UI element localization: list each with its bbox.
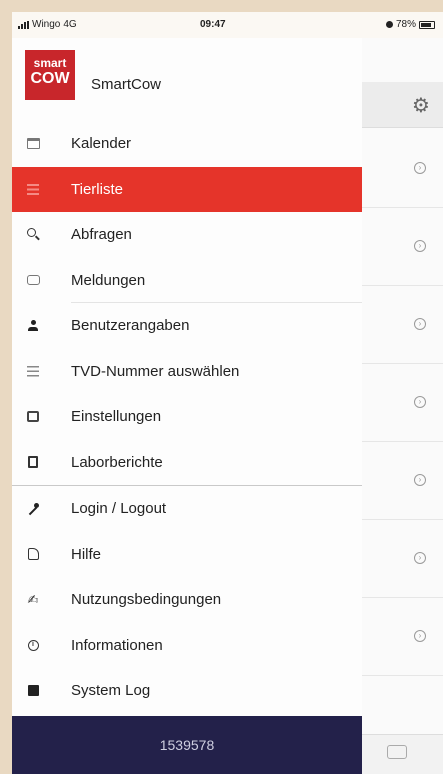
- message-icon: [25, 272, 41, 288]
- chat-icon[interactable]: [387, 745, 407, 759]
- chevron-circle-icon: ›: [414, 552, 426, 564]
- menu-item-laborberichte[interactable]: Laborberichte: [12, 440, 362, 486]
- menu-item-label: Informationen: [71, 636, 163, 654]
- app-name: SmartCow: [91, 76, 162, 93]
- chevron-circle-icon: ›: [414, 318, 426, 330]
- menu-item-label: Laborberichte: [71, 453, 163, 471]
- navigation-drawer: smart COW SmartCow Kalender Tierliste Ab…: [12, 38, 362, 774]
- menu-item-label: Nutzungsbedingungen: [71, 591, 222, 609]
- info-icon: i: [25, 637, 41, 653]
- battery-info: 78%: [385, 19, 435, 30]
- menu-item-system-log[interactable]: System Log: [12, 668, 362, 714]
- list-item[interactable]: ›: [362, 598, 443, 676]
- list-item[interactable]: ›: [362, 364, 443, 442]
- chevron-circle-icon: ›: [414, 630, 426, 642]
- drawer-menu: Kalender Tierliste Abfragen Meldungen Be…: [12, 121, 362, 714]
- menu-item-benutzerangaben[interactable]: Benutzerangaben: [12, 303, 362, 349]
- log-icon: [25, 683, 41, 699]
- network-type: 4G: [63, 19, 77, 30]
- list-lines-icon: [25, 363, 41, 379]
- menu-item-label: Abfragen: [71, 226, 132, 244]
- carrier-name: Wingo: [32, 19, 61, 30]
- menu-item-label: Benutzerangaben: [71, 317, 190, 335]
- search-icon: [25, 227, 41, 243]
- menu-item-login-logout[interactable]: Login / Logout: [12, 486, 362, 532]
- settings-icon: [25, 409, 41, 425]
- menu-item-hilfe[interactable]: Hilfe: [12, 532, 362, 578]
- carrier-info: Wingo 4G: [18, 19, 77, 30]
- drawer-footer: 1539578: [12, 716, 362, 774]
- menu-item-abfragen[interactable]: Abfragen: [12, 212, 362, 258]
- battery-percent: 78%: [395, 19, 416, 30]
- logo-text-bottom: COW: [30, 70, 70, 87]
- bottom-tab-bar: [362, 734, 443, 774]
- list-icon: [25, 181, 41, 197]
- menu-item-kalender[interactable]: Kalender: [12, 121, 362, 167]
- help-icon: [25, 546, 41, 562]
- background-header: ⚙: [362, 82, 443, 128]
- status-bar: Wingo 4G 09:47 78%: [12, 12, 443, 38]
- menu-item-label: System Log: [71, 682, 151, 700]
- battery-icon: [419, 20, 435, 29]
- document-icon: [25, 454, 41, 470]
- list-item[interactable]: ›: [362, 286, 443, 364]
- chevron-circle-icon: ›: [414, 396, 426, 408]
- clock: 09:47: [200, 19, 226, 30]
- terms-icon: ✍: [27, 591, 39, 607]
- gear-icon[interactable]: ⚙: [412, 96, 430, 116]
- chevron-circle-icon: ›: [414, 474, 426, 486]
- calendar-icon: [25, 136, 41, 152]
- list-item[interactable]: ›: [362, 208, 443, 286]
- list-item[interactable]: ›: [362, 520, 443, 598]
- key-icon: [25, 501, 41, 517]
- signal-icon: [18, 20, 29, 29]
- menu-item-label: Login / Logout: [71, 500, 167, 518]
- tvd-id-number: 1539578: [159, 737, 215, 753]
- menu-item-label: Einstellungen: [71, 408, 162, 426]
- background-screen: ⚙ › › › › › › ›: [362, 38, 443, 774]
- chevron-circle-icon: ›: [414, 162, 426, 174]
- menu-item-nutzungsbedingungen[interactable]: ✍ Nutzungsbedingungen: [12, 577, 362, 623]
- menu-item-label: Meldungen: [71, 271, 146, 289]
- drawer-header: smart COW SmartCow: [12, 38, 362, 123]
- menu-item-label: Kalender: [71, 135, 132, 153]
- menu-item-tvd-nummer[interactable]: TVD-Nummer auswählen: [12, 349, 362, 395]
- lock-rotation-icon: [385, 21, 393, 28]
- chevron-circle-icon: ›: [414, 240, 426, 252]
- user-icon: [25, 318, 41, 334]
- menu-item-tierliste[interactable]: Tierliste: [12, 166, 362, 212]
- list-item[interactable]: ›: [362, 442, 443, 520]
- menu-item-einstellungen[interactable]: Einstellungen: [12, 394, 362, 440]
- menu-item-informationen[interactable]: i Informationen: [12, 623, 362, 669]
- app-logo: smart COW: [25, 50, 75, 100]
- logo-text-top: smart: [33, 56, 67, 70]
- list-item[interactable]: ›: [362, 130, 443, 208]
- menu-item-meldungen[interactable]: Meldungen: [12, 258, 362, 303]
- menu-item-label: TVD-Nummer auswählen: [71, 362, 240, 380]
- menu-item-label: Hilfe: [71, 545, 102, 563]
- menu-item-label: Tierliste: [71, 180, 123, 198]
